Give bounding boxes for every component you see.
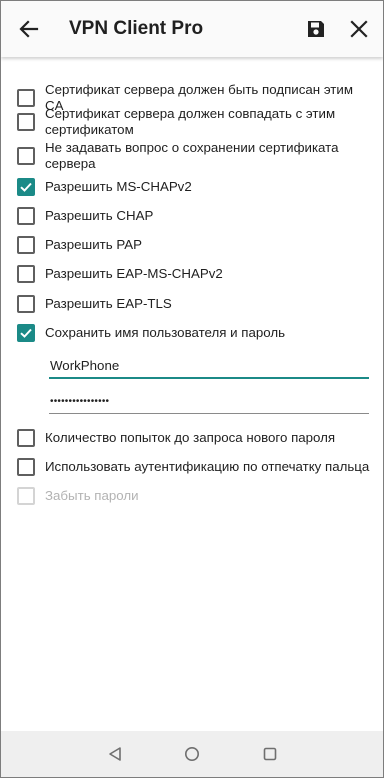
option-forget-passwords: Забыть пароли (17, 487, 373, 505)
nav-back-button[interactable] (100, 739, 130, 769)
checkbox-disabled (17, 487, 35, 505)
option-eap-tls[interactable]: Разрешить EAP-TLS (17, 295, 373, 313)
option-label: Количество попыток до запроса нового пар… (45, 430, 336, 445)
checkmark-icon (20, 328, 32, 338)
triangle-back-icon (109, 747, 121, 761)
option-label: Использовать аутентификацию по отпечатку… (45, 459, 370, 474)
checkbox[interactable] (17, 207, 35, 225)
circle-home-icon (185, 747, 199, 761)
option-chap[interactable]: Разрешить CHAP (17, 207, 373, 225)
nav-recents-button[interactable] (255, 739, 285, 769)
checkbox[interactable] (17, 295, 35, 313)
back-button[interactable] (9, 9, 49, 49)
checkmark-icon (20, 182, 32, 192)
option-label: Не задавать вопрос о сохранении сертифик… (45, 140, 339, 171)
option-label: Разрешить EAP-MS-CHAPv2 (45, 266, 223, 281)
option-no-save-prompt[interactable]: Не задавать вопрос о сохранении сертифик… (17, 140, 373, 172)
option-ms-chapv2[interactable]: Разрешить MS-CHAPv2 (17, 178, 373, 196)
app-window: VPN Client Pro Сертификат сервера должен… (0, 0, 384, 778)
option-pap[interactable]: Разрешить PAP (17, 236, 373, 254)
checkbox-checked[interactable] (17, 178, 35, 196)
close-button[interactable] (339, 9, 379, 49)
app-bar: VPN Client Pro (1, 1, 383, 57)
password-value: •••••••••••••••• (50, 396, 110, 407)
option-label: Забыть пароли (45, 488, 139, 503)
checkbox-checked[interactable] (17, 324, 35, 342)
save-button[interactable] (296, 9, 336, 49)
nav-home-button[interactable] (177, 739, 207, 769)
option-label: Сертификат сервера должен совпадать с эт… (45, 106, 336, 137)
option-label: Разрешить MS-CHAPv2 (45, 179, 192, 194)
password-field[interactable]: •••••••••••••••• (49, 394, 369, 418)
square-recents-icon (263, 747, 277, 761)
option-cert-match[interactable]: Сертификат сервера должен совпадать с эт… (17, 106, 373, 138)
username-field[interactable]: WorkPhone (49, 358, 369, 382)
checkbox[interactable] (17, 236, 35, 254)
option-fingerprint-auth[interactable]: Использовать аутентификацию по отпечатку… (17, 458, 373, 476)
option-eap-ms-chapv2[interactable]: Разрешить EAP-MS-CHAPv2 (17, 265, 373, 283)
option-save-credentials[interactable]: Сохранить имя пользователя и пароль (17, 324, 373, 342)
checkbox[interactable] (17, 265, 35, 283)
username-value: WorkPhone (50, 358, 120, 373)
system-nav-bar (1, 731, 383, 777)
option-label: Разрешить CHAP (45, 208, 154, 223)
username-underline (49, 377, 369, 379)
option-label: Разрешить EAP-TLS (45, 296, 172, 311)
checkbox[interactable] (17, 89, 35, 107)
option-label: Сохранить имя пользователя и пароль (45, 325, 286, 340)
checkbox[interactable] (17, 429, 35, 447)
checkbox[interactable] (17, 147, 35, 165)
option-label: Разрешить PAP (45, 237, 142, 252)
arrow-left-icon (19, 20, 39, 38)
checkbox[interactable] (17, 458, 35, 476)
password-underline (49, 413, 369, 414)
checkbox[interactable] (17, 113, 35, 131)
close-icon (350, 20, 368, 38)
floppy-disk-icon (308, 21, 324, 37)
page-title: VPN Client Pro (69, 18, 204, 39)
option-retry-count[interactable]: Количество попыток до запроса нового пар… (17, 429, 373, 447)
